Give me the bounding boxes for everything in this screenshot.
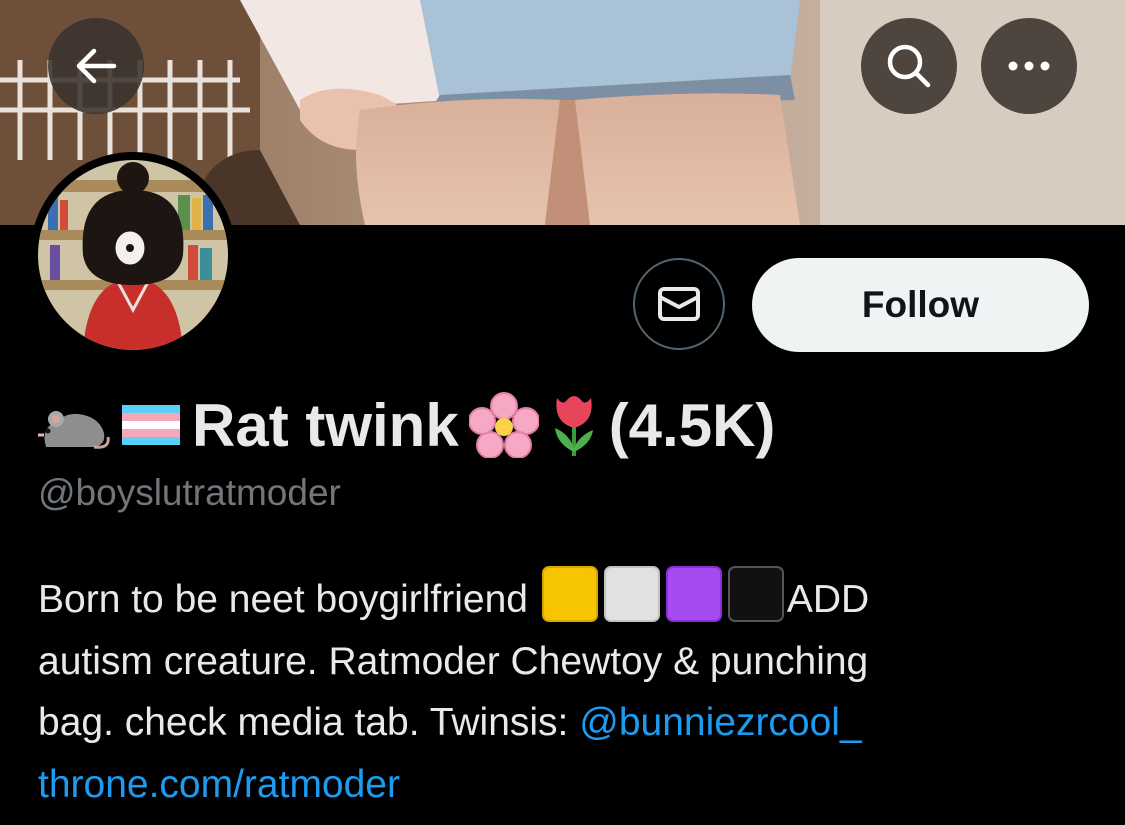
- tulip-emoji: [554, 396, 593, 456]
- search-icon: [887, 44, 931, 88]
- more-horizontal-icon: [1008, 61, 1050, 71]
- display-name: Rat twink (4.5K): [38, 385, 775, 465]
- search-button[interactable]: [861, 18, 957, 114]
- profile-bio: Born to be neet boygirlfriend ADD autism…: [38, 566, 1088, 815]
- website-link[interactable]: throne.com/ratmoder: [38, 763, 400, 806]
- profile-handle: @boyslutratmoder: [38, 472, 341, 513]
- envelope-icon: [658, 287, 700, 321]
- display-name-text: Rat twink: [192, 391, 459, 459]
- yellow-square-emoji: [541, 566, 598, 622]
- more-button[interactable]: [981, 18, 1077, 114]
- black-square-emoji: [727, 566, 784, 622]
- bio-line-1-tail: ADD: [786, 578, 870, 621]
- bio-line-1-text: Born to be neet boygirlfriend: [38, 578, 528, 621]
- bio-line-2: autism creature. Ratmoder Chewtoy & punc…: [38, 639, 869, 683]
- bio-line-1: Born to be neet boygirlfriend ADD: [38, 566, 1088, 631]
- arrow-left-icon: [76, 48, 117, 84]
- rat-emoji: [38, 411, 110, 449]
- white-square-emoji: [603, 566, 660, 622]
- avatar[interactable]: [30, 152, 236, 358]
- purple-square-emoji: [665, 566, 722, 622]
- mention-link[interactable]: @bunniezrcool_: [579, 701, 861, 744]
- display-name-count: (4.5K): [608, 391, 776, 459]
- avatar-image: [38, 160, 228, 350]
- message-button[interactable]: [633, 258, 725, 350]
- cherry-blossom-emoji: [468, 392, 539, 458]
- bio-line-3: bag. check media tab. Twinsis: @bunniezr…: [38, 692, 1088, 754]
- transgender-flag-emoji: [122, 405, 180, 445]
- back-button[interactable]: [48, 18, 144, 114]
- bio-line-3-text: bag. check media tab. Twinsis:: [38, 701, 580, 744]
- follow-button[interactable]: Follow: [752, 258, 1089, 352]
